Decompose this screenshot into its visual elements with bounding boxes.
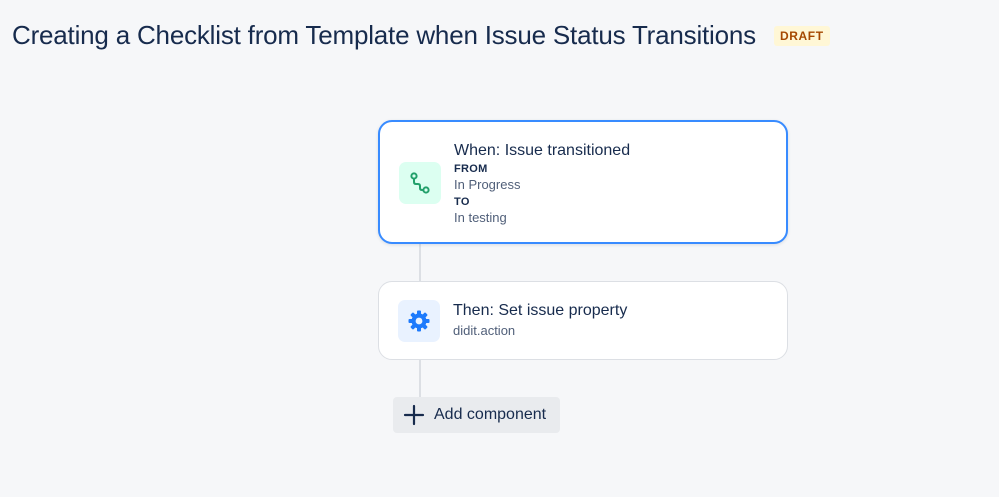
page-title: Creating a Checklist from Template when … [12,20,756,50]
trigger-heading: When: Issue transitioned [454,142,631,159]
trigger-details: When: Issue transitioned FROM In Progres… [454,141,630,227]
gear-icon [398,300,440,342]
to-label: TO [454,196,470,208]
from-label: FROM [454,163,488,175]
header: Creating a Checklist from Template when … [12,20,830,51]
transition-icon [399,162,441,204]
status-badge: DRAFT [773,25,830,46]
add-component-button[interactable]: Add component [393,397,561,433]
action-card[interactable]: Then: Set issue property didit.action [378,281,788,360]
action-details: Then: Set issue property didit.action [453,301,627,340]
from-value: In Progress [454,177,521,192]
trigger-card[interactable]: When: Issue transitioned FROM In Progres… [378,120,788,244]
action-detail: didit.action [453,323,516,338]
action-heading: Then: Set issue property [453,302,628,319]
plus-icon [403,404,425,426]
add-component-label: Add component [434,406,547,423]
to-value: In testing [454,210,507,225]
flow-connector [419,243,421,281]
rule-editor-page: Creating a Checklist from Template when … [0,0,999,497]
flow-connector [419,359,421,397]
